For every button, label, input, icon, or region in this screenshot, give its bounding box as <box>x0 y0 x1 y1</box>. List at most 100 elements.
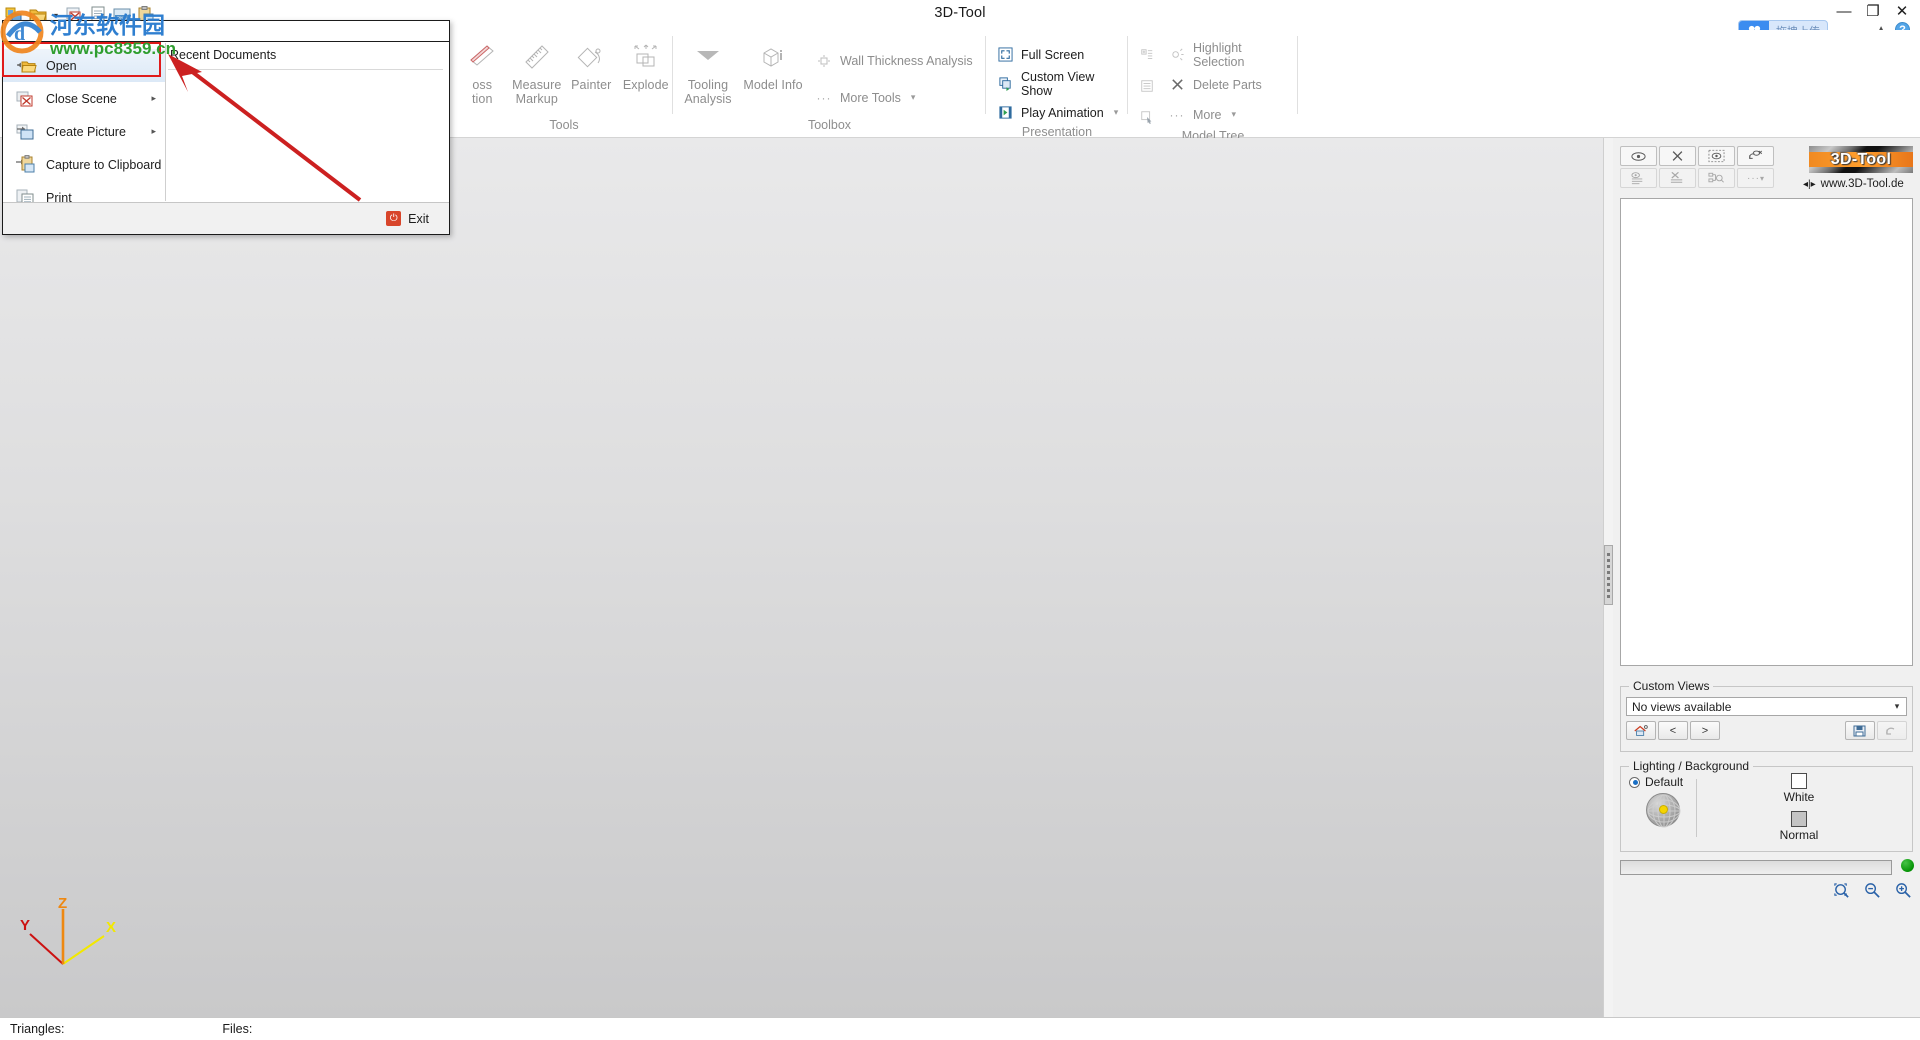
ribbon-button-measure-markup-line1: Measure <box>512 78 561 92</box>
chevron-down-icon[interactable]: ▾ <box>1231 109 1236 120</box>
tree-find-icon[interactable] <box>1698 168 1735 188</box>
background-swatch-white[interactable]: White <box>1769 773 1829 804</box>
close-button[interactable]: ✕ <box>1894 4 1910 20</box>
model-tree-left-icons <box>1138 40 1162 127</box>
chevron-right-icon[interactable]: ▸ <box>151 93 156 104</box>
zoom-out-icon[interactable] <box>1864 882 1881 899</box>
ribbon-button-wall-thickness-label: Wall Thickness Analysis <box>840 54 973 68</box>
website-label[interactable]: www.3D-Tool.de <box>1821 178 1904 190</box>
file-menu-commands: Open Close Scene ▸ <box>3 43 166 201</box>
ribbon-button-cross-section[interactable]: oss tion <box>455 36 510 106</box>
home-view-button[interactable] <box>1626 721 1656 740</box>
chevron-right-icon[interactable]: ▸ <box>151 126 156 137</box>
status-bar: Triangles: Files: <box>0 1017 1920 1040</box>
panel-splitter-handle[interactable] <box>1604 545 1613 605</box>
recent-documents-pane: Recent Documents <box>166 43 449 201</box>
ribbon-button-tooling-analysis[interactable]: Tooling Analysis <box>679 36 737 106</box>
file-menu-item-close-scene[interactable]: Close Scene ▸ <box>3 82 165 115</box>
light-position-handle[interactable] <box>1659 805 1668 814</box>
file-menu-footer: ⏻ Exit <box>3 202 449 234</box>
ribbon-button-full-screen[interactable]: Full Screen <box>996 44 1128 65</box>
maximize-button[interactable]: ❐ <box>1865 4 1881 20</box>
window-controls: — ❐ ✕ <box>1836 4 1910 20</box>
tree-hide-icon[interactable] <box>1659 168 1696 188</box>
next-view-button[interactable]: > <box>1690 721 1720 740</box>
lighting-mode-default[interactable]: Default <box>1629 775 1683 789</box>
exit-button[interactable]: ⏻ Exit <box>386 211 429 226</box>
ribbon-button-play-animation-label: Play Animation <box>1021 106 1104 120</box>
normal-color-swatch[interactable] <box>1791 811 1807 827</box>
ribbon-button-wall-thickness-analysis[interactable]: Wall Thickness Analysis <box>815 50 979 71</box>
lighting-background-title: Lighting / Background <box>1629 759 1753 773</box>
ribbon-button-model-info[interactable]: Model Info <box>737 36 809 92</box>
status-indicator <box>1901 859 1914 872</box>
ribbon-button-explode-label: Explode <box>623 78 669 92</box>
tree-select-icon <box>1138 108 1156 126</box>
ribbon-button-model-tree-more[interactable]: ··· More ▾ <box>1168 104 1298 125</box>
ribbon-button-tree-expand[interactable] <box>1138 44 1162 65</box>
previous-view-button[interactable]: < <box>1658 721 1688 740</box>
toolbox-small-buttons: Wall Thickness Analysis ··· More Tools ▾ <box>815 46 979 108</box>
file-menu-item-open[interactable]: Open <box>3 49 165 82</box>
paint-bucket-icon <box>576 40 606 74</box>
radio-default-icon[interactable] <box>1629 777 1640 788</box>
ribbon-button-cross-section-line1: oss <box>472 78 492 92</box>
axis-gizmo: X Y Z <box>8 884 128 979</box>
ribbon-group-toolbox: Tooling Analysis <box>673 30 986 138</box>
lighting-mode-label: Default <box>1645 775 1683 789</box>
app-logo: 3D-Tool <box>1809 146 1913 173</box>
ribbon-button-play-animation[interactable]: Play Animation ▾ <box>996 102 1128 123</box>
divider <box>1696 779 1697 837</box>
hide-all-icon[interactable] <box>1659 146 1696 166</box>
reset-visibility-icon[interactable] <box>1737 146 1774 166</box>
cross-section-icon <box>467 40 497 74</box>
minimize-button[interactable]: — <box>1836 4 1852 20</box>
zoom-fit-icon[interactable] <box>1833 882 1850 899</box>
application-window: 3D-Tool — ❐ ✕ 拖拽上传 ▲ ? <box>0 0 1920 1040</box>
ribbon-button-more-tools[interactable]: ··· More Tools ▾ <box>815 87 979 108</box>
website-row: ◂|▸ www.3D-Tool.de <box>1803 176 1915 192</box>
dropdown-caret-icon[interactable]: ▾ <box>54 11 58 20</box>
file-menu-item-create-picture[interactable]: Create Picture ▸ <box>3 115 165 148</box>
play-animation-icon <box>996 104 1014 122</box>
ribbon-group-presentation: Full Screen Custom View Show <box>986 30 1128 138</box>
ribbon-button-measure-markup-line2: Markup <box>516 92 558 106</box>
ribbon-button-highlight-selection[interactable]: Highlight Selection <box>1168 44 1298 65</box>
ribbon-button-painter-label: Painter <box>571 78 611 92</box>
ribbon-button-measure-markup[interactable]: Measure Markup <box>510 36 565 106</box>
chevron-down-icon[interactable]: ▾ <box>1888 701 1906 712</box>
ribbon-group-tools: oss tion Measure Mar <box>455 30 673 138</box>
zoom-in-icon[interactable] <box>1895 882 1912 899</box>
ribbon-button-cross-section-line2: tion <box>472 92 493 106</box>
custom-views-select[interactable]: No views available ▾ <box>1626 697 1907 716</box>
panel-collapse-icon[interactable]: ◂|▸ <box>1803 179 1816 190</box>
right-panel: ···▾ 3D-Tool ◂|▸ www.3D-Tool.de Custom V… <box>1613 138 1920 1017</box>
show-selected-icon[interactable] <box>1698 146 1735 166</box>
wall-thickness-icon <box>815 52 833 70</box>
triangles-label: Triangles: <box>10 1022 64 1036</box>
ribbon-button-explode[interactable]: Explode <box>619 36 674 92</box>
tooling-analysis-icon <box>693 40 723 74</box>
show-all-icon[interactable] <box>1620 146 1657 166</box>
more-dots-icon: ··· <box>815 89 833 107</box>
ribbon-button-delete-parts[interactable]: Delete Parts <box>1168 74 1298 95</box>
tree-show-icon[interactable] <box>1620 168 1657 188</box>
white-color-swatch[interactable] <box>1791 773 1807 789</box>
viewport-3d[interactable]: X Y Z <box>0 138 1604 1017</box>
ribbon-button-custom-view-show[interactable]: Custom View Show <box>996 73 1128 94</box>
model-tree-list[interactable] <box>1620 198 1913 666</box>
save-view-button[interactable] <box>1845 721 1875 740</box>
chevron-down-icon[interactable]: ▾ <box>1114 107 1119 118</box>
ribbon-group-model-tree: Highlight Selection Delete Parts ··· Mor… <box>1128 30 1298 138</box>
ribbon-button-tree-collapse[interactable] <box>1138 75 1162 96</box>
tree-expand-icon <box>1138 46 1156 64</box>
tree-more-icon[interactable]: ···▾ <box>1737 168 1774 188</box>
custom-views-selected-value: No views available <box>1627 700 1888 714</box>
undo-view-button[interactable] <box>1877 721 1907 740</box>
ribbon-button-painter[interactable]: Painter <box>564 36 619 92</box>
background-swatch-normal[interactable]: Normal <box>1769 811 1829 842</box>
ribbon-button-tree-select[interactable] <box>1138 106 1162 127</box>
chevron-down-icon[interactable]: ▾ <box>911 92 916 103</box>
file-menu-item-capture-to-clipboard[interactable]: Capture to Clipboard <box>3 148 165 181</box>
lighting-globe-widget[interactable] <box>1646 793 1680 827</box>
